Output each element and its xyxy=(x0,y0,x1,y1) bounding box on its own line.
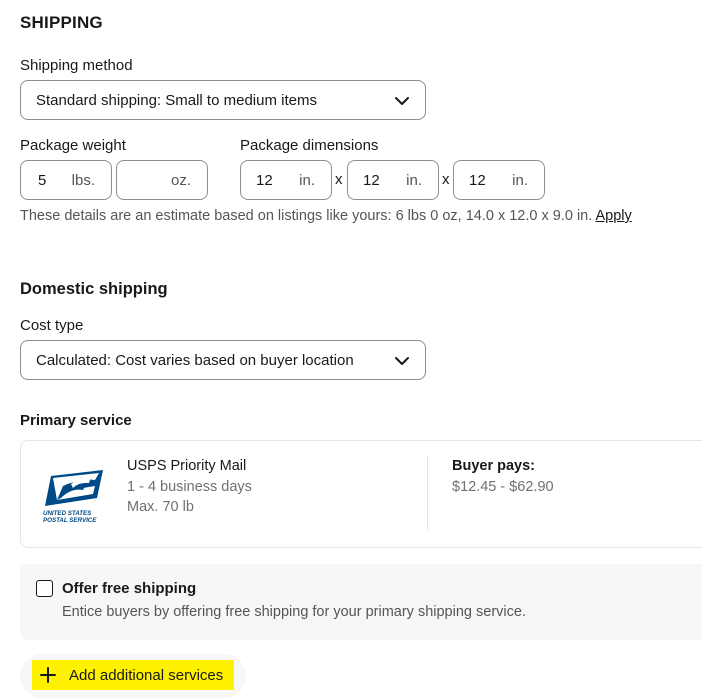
card-divider xyxy=(427,457,428,531)
buyer-pays-label: Buyer pays: xyxy=(452,458,536,474)
dimension-separator: x xyxy=(335,171,343,188)
dimension-width-field[interactable]: 12 in. xyxy=(347,160,439,200)
usps-logo-icon: UNITED STATES POSTAL SERVICE xyxy=(43,470,103,524)
package-dimensions-label: Package dimensions xyxy=(240,137,379,154)
add-additional-services-button[interactable]: Add additional services xyxy=(32,660,234,690)
free-shipping-label[interactable]: Offer free shipping xyxy=(62,580,196,597)
shipping-page: SHIPPING Shipping method Standard shippi… xyxy=(0,0,702,700)
domestic-shipping-title: Domestic shipping xyxy=(20,280,168,298)
buyer-pays-range: $12.45 - $62.90 xyxy=(452,479,554,495)
package-weight-label: Package weight xyxy=(20,137,126,154)
shipping-method-select[interactable]: Standard shipping: Small to medium items xyxy=(20,80,426,120)
estimate-hint: These details are an estimate based on l… xyxy=(20,208,632,224)
weight-lbs-value: 5 xyxy=(38,172,47,189)
weight-oz-field[interactable]: oz. xyxy=(116,160,208,200)
free-shipping-checkbox[interactable] xyxy=(36,580,53,597)
dimension-length-unit: in. xyxy=(299,172,315,189)
primary-service-label: Primary service xyxy=(20,412,132,429)
dimension-length-value: 12 xyxy=(256,172,273,189)
chevron-down-icon xyxy=(395,97,409,105)
service-delivery-time: 1 - 4 business days xyxy=(127,479,252,495)
service-max-weight: Max. 70 lb xyxy=(127,499,194,515)
cost-type-select[interactable]: Calculated: Cost varies based on buyer l… xyxy=(20,340,426,380)
chevron-down-icon xyxy=(395,357,409,365)
add-services-wrapper: Add additional services xyxy=(20,654,246,698)
weight-lbs-field[interactable]: 5 lbs. xyxy=(20,160,112,200)
usps-logo-text-line1: UNITED STATES xyxy=(43,510,92,517)
dimension-height-value: 12 xyxy=(469,172,486,189)
estimate-hint-text: These details are an estimate based on l… xyxy=(20,208,593,224)
shipping-method-value: Standard shipping: Small to medium items xyxy=(36,91,317,109)
weight-oz-unit: oz. xyxy=(170,172,191,189)
dimension-length-field[interactable]: 12 in. xyxy=(240,160,332,200)
cost-type-value: Calculated: Cost varies based on buyer l… xyxy=(36,351,354,369)
add-services-label: Add additional services xyxy=(69,666,224,684)
cost-type-label: Cost type xyxy=(20,317,84,334)
free-shipping-panel: Offer free shipping Entice buyers by off… xyxy=(20,564,702,640)
plus-icon xyxy=(40,667,56,683)
dimension-width-unit: in. xyxy=(406,172,422,189)
primary-service-card[interactable]: UNITED STATES POSTAL SERVICE USPS Priori… xyxy=(20,440,702,548)
service-name: USPS Priority Mail xyxy=(127,458,247,474)
usps-logo-text-line2: POSTAL SERVICE xyxy=(43,517,97,524)
apply-estimate-link[interactable]: Apply xyxy=(596,208,632,224)
free-shipping-description: Entice buyers by offering free shipping … xyxy=(62,604,526,620)
section-title-shipping: SHIPPING xyxy=(20,13,103,32)
dimension-height-field[interactable]: 12 in. xyxy=(453,160,545,200)
dimension-height-unit: in. xyxy=(512,172,528,189)
dimension-width-value: 12 xyxy=(363,172,380,189)
weight-lbs-unit: lbs. xyxy=(71,172,95,189)
shipping-method-label: Shipping method xyxy=(20,57,133,74)
dimension-separator: x xyxy=(442,171,450,188)
